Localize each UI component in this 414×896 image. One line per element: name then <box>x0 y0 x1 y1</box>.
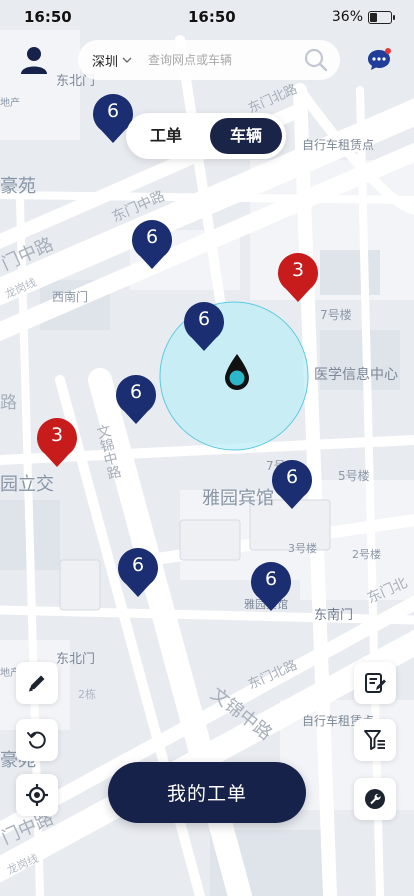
map-label: 东北门 <box>56 652 96 667</box>
vehicle-cluster-marker[interactable]: 6 <box>114 373 158 425</box>
marker-count: 6 <box>131 554 145 576</box>
notes-icon <box>365 673 386 693</box>
current-location-icon <box>225 354 249 390</box>
message-icon[interactable] <box>366 47 392 73</box>
tab-vehicles[interactable]: 车辆 <box>210 118 282 154</box>
locate-icon <box>26 784 48 806</box>
map-label: 雅园宾馆 <box>202 488 274 509</box>
map-label: 医学信息中心 <box>314 367 398 383</box>
marker-count: 6 <box>285 466 299 488</box>
status-bar: 16:50 16:50 36% <box>0 0 414 34</box>
map-label: 西南门 <box>52 290 89 304</box>
marker-count: 3 <box>50 424 64 446</box>
map-label: 龙岗线 <box>4 851 41 878</box>
vehicle-cluster-marker[interactable]: 6 <box>249 560 293 612</box>
search-bar: 深圳 <box>78 40 340 80</box>
locate-button[interactable] <box>16 774 58 816</box>
status-time-left: 16:50 <box>24 8 72 26</box>
marker-count: 6 <box>264 568 278 590</box>
battery-percent: 36% <box>331 9 363 25</box>
filter-icon <box>364 730 385 750</box>
map-label: 5号楼 <box>338 469 370 483</box>
map-label: 7号楼 <box>320 308 352 322</box>
mode-toggle: 工单 车辆 <box>126 113 286 159</box>
vehicle-cluster-marker[interactable]: 6 <box>130 218 174 270</box>
filter-button[interactable] <box>354 719 396 761</box>
marker-count: 6 <box>129 381 143 403</box>
my-orders-button[interactable]: 我的工单 <box>108 762 306 823</box>
vehicle-cluster-marker[interactable]: 6 <box>116 546 160 598</box>
map-label: 东门北路 <box>246 657 300 693</box>
map-label: 东南门 <box>314 608 354 623</box>
city-name: 深圳 <box>92 54 119 70</box>
marker-count: 6 <box>106 100 120 122</box>
vehicle-cluster-marker[interactable]: 6 <box>182 300 226 352</box>
tab-orders[interactable]: 工单 <box>130 118 202 154</box>
map-label: 2栋 <box>78 688 96 701</box>
marker-count: 6 <box>197 308 211 330</box>
map-label: 2号楼 <box>352 548 381 561</box>
battery-indicator: 36% <box>331 9 395 25</box>
search-input[interactable] <box>146 52 301 68</box>
map-label: 龙岗线 <box>2 275 39 302</box>
edit-icon <box>29 675 45 692</box>
notes-button[interactable] <box>354 662 396 704</box>
map-label: 门中路 <box>0 233 57 275</box>
top-bar: 深圳 <box>0 36 414 86</box>
map-label: 园立交 <box>0 474 54 495</box>
map-label: 东门北 <box>364 575 410 607</box>
marker-count: 6 <box>145 226 159 248</box>
vehicle-cluster-marker[interactable]: 6 <box>270 458 314 510</box>
map-label: 文锦中路 <box>206 683 276 745</box>
maintenance-button[interactable] <box>354 778 396 820</box>
status-time-center: 16:50 <box>188 8 236 26</box>
chevron-down-icon <box>122 57 132 63</box>
user-profile-icon[interactable] <box>18 44 50 76</box>
map-label: 地产 <box>0 98 20 109</box>
battery-icon <box>368 10 395 24</box>
edit-button[interactable] <box>16 662 58 704</box>
search-icon[interactable] <box>304 48 328 72</box>
vehicle-cluster-marker[interactable]: 3 <box>276 251 320 303</box>
map-label: 路 <box>0 393 17 413</box>
wrench-icon <box>365 789 385 809</box>
refresh-button[interactable] <box>16 719 58 761</box>
city-selector[interactable]: 深圳 <box>92 51 132 70</box>
map-label: 3号楼 <box>288 542 317 555</box>
refresh-icon <box>27 731 46 749</box>
marker-count: 3 <box>291 259 305 281</box>
map-label: 豪苑 <box>0 176 36 197</box>
map-label: 文锦中路 <box>93 422 123 482</box>
map-label: 自行车租赁点 <box>302 138 375 152</box>
vehicle-cluster-marker[interactable]: 3 <box>35 416 79 468</box>
